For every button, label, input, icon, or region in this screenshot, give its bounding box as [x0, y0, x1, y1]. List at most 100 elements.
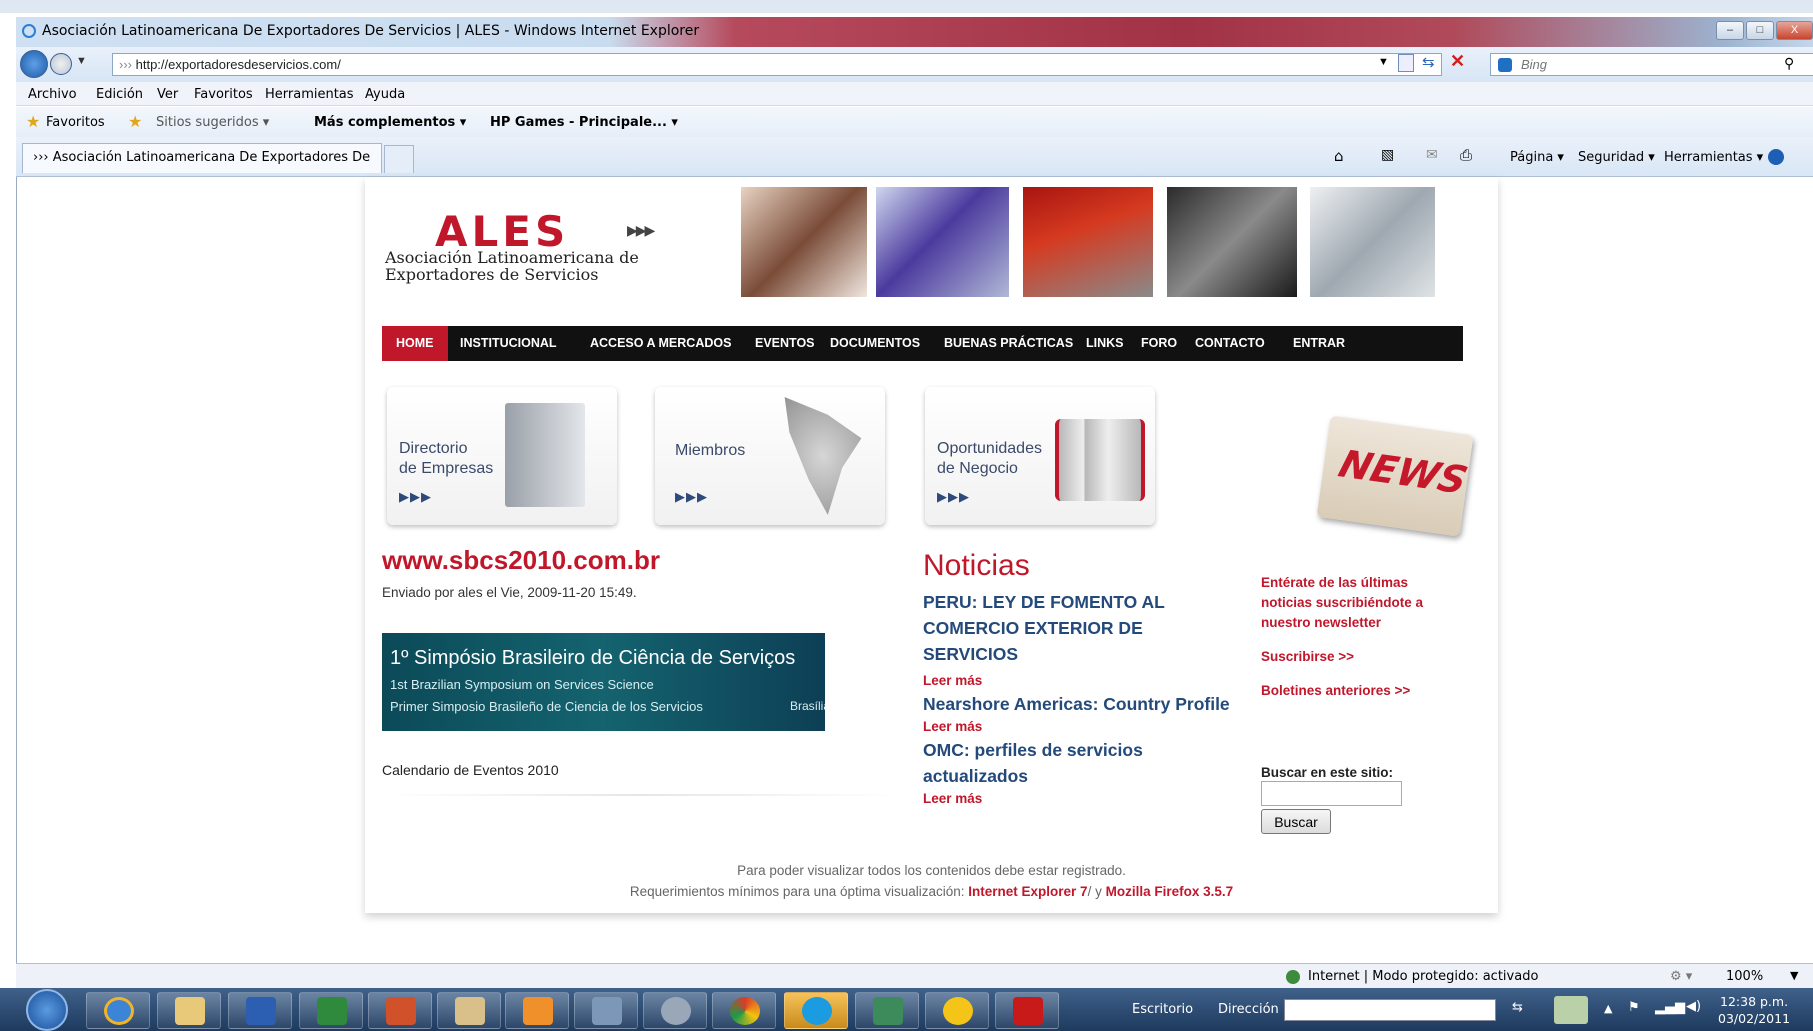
acrobat-icon: [1013, 997, 1043, 1025]
menu-home[interactable]: HOME: [382, 326, 448, 361]
clock-time[interactable]: 12:38 p.m.: [1720, 994, 1788, 1009]
direccion-input[interactable]: [1284, 999, 1496, 1021]
menu-archivo[interactable]: Archivo: [28, 87, 77, 102]
taskbar-app[interactable]: [643, 992, 707, 1029]
latin-america-map-icon: [784, 397, 862, 515]
address-dropdown-icon[interactable]: ▼: [1378, 56, 1389, 68]
norton-icon: [943, 997, 973, 1025]
back-arrow-icon[interactable]: [20, 50, 48, 78]
newsletter-text[interactable]: Entérate de las últimas noticias suscrib…: [1261, 573, 1461, 633]
menu-ver[interactable]: Ver: [157, 87, 178, 102]
clock-date[interactable]: 03/02/2011: [1718, 1011, 1790, 1026]
buscar-button[interactable]: Buscar: [1261, 809, 1331, 834]
taskbar-norton[interactable]: [925, 992, 989, 1029]
menu-contacto[interactable]: CONTACTO: [1181, 326, 1279, 361]
taskbar-skype[interactable]: [784, 992, 848, 1029]
logo-arrows-icon: ▶▶▶: [627, 222, 655, 238]
briefcase-icon: [1055, 419, 1145, 501]
search-icon[interactable]: ⚲: [1784, 55, 1794, 72]
taskbar-folder[interactable]: [437, 992, 501, 1029]
leer-mas-link-1[interactable]: Leer más: [923, 673, 982, 688]
help-icon[interactable]: [1768, 149, 1784, 165]
menu-buenas-practicas[interactable]: BUENAS PRÁCTICAS: [930, 326, 1087, 361]
menu-institucional[interactable]: INSTITUCIONAL: [446, 326, 571, 361]
window-frame: [0, 0, 1813, 13]
photo-tools: [1023, 187, 1153, 297]
photo-callcenter: [741, 187, 867, 297]
minimize-button[interactable]: –: [1716, 21, 1744, 40]
card-miembros[interactable]: Miembros ▶▶▶: [655, 387, 885, 525]
menu-entrar[interactable]: ENTRAR: [1279, 326, 1359, 361]
maximize-button[interactable]: □: [1746, 21, 1774, 40]
taskbar-chrome[interactable]: [712, 992, 776, 1029]
pen-input-icon[interactable]: [1554, 996, 1588, 1024]
menu-acceso-mercados[interactable]: ACCESO A MERCADOS: [576, 326, 745, 361]
print-icon[interactable]: ⎙: [1460, 146, 1472, 164]
menu-documentos[interactable]: DOCUMENTOS: [816, 326, 934, 361]
history-dropdown-icon[interactable]: ▼: [76, 55, 87, 67]
volume-icon[interactable]: ◀): [1686, 999, 1701, 1014]
favoritos-button[interactable]: Favoritos: [46, 115, 105, 130]
close-button[interactable]: X: [1776, 21, 1813, 40]
mail-icon[interactable]: ✉: [1426, 147, 1438, 163]
start-button[interactable]: [26, 989, 68, 1031]
refresh-icon[interactable]: ⇆: [1422, 53, 1435, 71]
taskbar-media[interactable]: [505, 992, 569, 1029]
taskbar-explorer[interactable]: [157, 992, 221, 1029]
home-icon[interactable]: ⌂: [1334, 147, 1344, 165]
tab-active[interactable]: ››› Asociación Latinoamericana De Export…: [22, 143, 382, 193]
card-oportunidades[interactable]: Oportunidades de Negocio ▶▶▶: [925, 387, 1155, 525]
taskbar-word[interactable]: [228, 992, 292, 1029]
menu-edicion[interactable]: Edición: [96, 87, 143, 102]
seguridad-menu[interactable]: Seguridad ▾: [1578, 150, 1655, 165]
action-center-icon[interactable]: ⚑: [1628, 1000, 1640, 1015]
compatibility-view-icon[interactable]: [1398, 54, 1414, 72]
go-icon[interactable]: ⇆: [1512, 1000, 1523, 1015]
add-favorite-icon[interactable]: ★: [128, 112, 142, 131]
escritorio-toolbar[interactable]: Escritorio: [1132, 1002, 1193, 1017]
feeds-icon[interactable]: ▧: [1381, 147, 1394, 163]
pagina-menu[interactable]: Página ▾: [1510, 150, 1564, 165]
hp-games-link[interactable]: HP Games - Principale... ▾: [490, 115, 678, 130]
suscribirse-link[interactable]: Suscribirse >>: [1261, 649, 1354, 664]
firefox-link[interactable]: Mozilla Firefox 3.5.7: [1106, 884, 1234, 899]
leer-mas-link-2[interactable]: Leer más: [923, 719, 982, 734]
ie-link[interactable]: Internet Explorer 7: [968, 884, 1087, 899]
page-viewport: ALES ▶▶▶ Asociación Latinoamericana de E…: [16, 177, 1813, 963]
article-meta: Enviado por ales el Vie, 2009-11-20 15:4…: [382, 585, 637, 600]
menu-herramientas[interactable]: Herramientas: [265, 87, 354, 102]
search-input[interactable]: Bing: [1490, 53, 1813, 76]
stop-icon[interactable]: ✕: [1450, 51, 1465, 72]
mas-complementos-link[interactable]: Más complementos ▾: [314, 115, 466, 130]
taskbar-acrobat[interactable]: [995, 992, 1059, 1029]
taskbar-calculator[interactable]: [574, 992, 638, 1029]
site-search-input[interactable]: [1261, 781, 1402, 806]
boletines-link[interactable]: Boletines anteriores >>: [1261, 683, 1410, 698]
show-hidden-icons-icon[interactable]: ▲: [1604, 1002, 1612, 1015]
taskbar-powerpoint[interactable]: [368, 992, 432, 1029]
taskbar-ie[interactable]: [86, 992, 150, 1029]
symposium-banner[interactable]: 1º Simpósio Brasileiro de Ciência de Ser…: [382, 633, 825, 731]
tab-bar: ››› Asociación Latinoamericana De Export…: [16, 137, 1813, 193]
zoom-level[interactable]: 100%: [1726, 969, 1763, 984]
new-tab-button[interactable]: [384, 145, 414, 173]
zoom-dropdown-icon[interactable]: ▼: [1790, 969, 1798, 982]
protected-mode-icon[interactable]: ⚙ ▾: [1670, 969, 1692, 984]
article-title[interactable]: www.sbcs2010.com.br: [382, 545, 660, 576]
sitios-sugeridos-link[interactable]: Sitios sugeridos ▾: [156, 115, 269, 130]
site-search-label: Buscar en este sitio:: [1261, 765, 1394, 780]
leer-mas-link-3[interactable]: Leer más: [923, 791, 982, 806]
herramientas-menu[interactable]: Herramientas ▾: [1664, 150, 1763, 165]
menu-favoritos[interactable]: Favoritos: [194, 87, 253, 102]
card-directorio[interactable]: Directorio de Empresas ▶▶▶: [387, 387, 617, 525]
address-bar[interactable]: ››› http://exportadoresdeservicios.com/: [112, 53, 1442, 76]
signal-icon[interactable]: ▂▄▆: [1655, 1000, 1685, 1015]
news-title-3[interactable]: OMC: perfiles de servicios actualizados: [923, 737, 1223, 789]
news-title-2[interactable]: Nearshore Americas: Country Profile: [923, 691, 1263, 717]
news-title-1[interactable]: PERU: LEY DE FOMENTO AL COMERCIO EXTERIO…: [923, 589, 1223, 667]
taskbar-excel[interactable]: [299, 992, 363, 1029]
taskbar: Escritorio Dirección ⇆ ▲ ⚑ ▂▄▆ ◀) 12:38 …: [0, 988, 1813, 1031]
forward-arrow-icon[interactable]: [50, 53, 72, 75]
menu-ayuda[interactable]: Ayuda: [365, 87, 405, 102]
taskbar-network[interactable]: [855, 992, 919, 1029]
